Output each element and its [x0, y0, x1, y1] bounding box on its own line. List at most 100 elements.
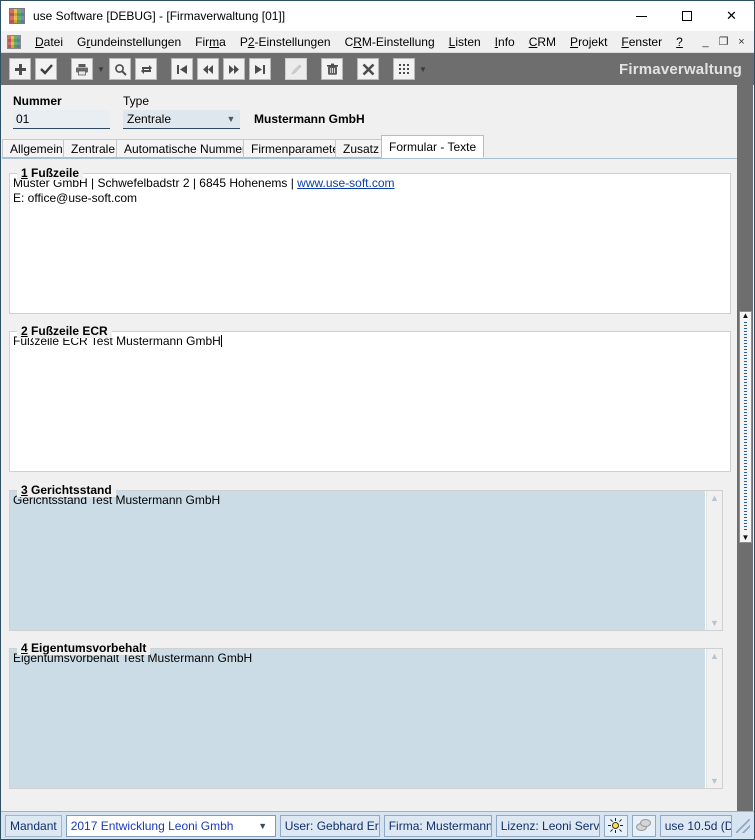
eigentumsvorbehalt-scrollbar[interactable]: ▲ ▼ — [706, 649, 722, 788]
connection-status-button[interactable] — [631, 814, 656, 837]
group-fusszeile: 1 Fußzeile Muster GmbH | Schwefelbadstr … — [9, 166, 731, 314]
grid-view-button[interactable] — [393, 58, 415, 80]
mdi-close-icon: × — [738, 35, 745, 48]
mdi-minimize-icon: _ — [702, 35, 709, 48]
scroll-up-icon[interactable]: ▲ — [710, 649, 719, 663]
search-icon — [114, 63, 127, 76]
refresh-button[interactable] — [135, 58, 157, 80]
next-record-icon — [229, 64, 239, 74]
previous-record-button[interactable] — [197, 58, 219, 80]
close-button[interactable]: ✕ — [709, 1, 754, 31]
mdi-restore-button[interactable]: ❐ — [715, 34, 732, 50]
scroll-down-icon[interactable]: ▼ — [710, 774, 719, 788]
resize-grip[interactable] — [736, 818, 750, 833]
new-record-button[interactable] — [9, 58, 31, 80]
tab-formular-texte[interactable]: Formular - Texte — [381, 135, 485, 158]
menu-item-projekt[interactable]: Projekt — [563, 32, 614, 52]
company-name-label: Mustermann GmbH — [254, 112, 365, 126]
nummer-label: Nummer — [13, 94, 62, 108]
application-window: use Software [DEBUG] - [Firmaverwaltung … — [0, 0, 755, 840]
tab-strip: Allgemein Zentrale Automatische Nummern … — [2, 135, 738, 159]
tab-allgemein[interactable]: Allgemein — [2, 139, 71, 158]
maximize-icon — [681, 11, 692, 21]
group-eigentumsvorbehalt: 4 Eigentumsvorbehalt Eigentumsvorbehalt … — [9, 641, 723, 789]
menu-bar: Datei Grundeinstellungen Firma P2-Einste… — [1, 31, 754, 53]
type-label: Type — [123, 94, 150, 108]
gerichtsstand-textarea[interactable]: Gerichtsstand Test Mustermann GmbH — [10, 491, 705, 630]
fusszeile-line-1: Muster GmbH | Schwefelbadstr 2 | 6845 Ho… — [13, 176, 395, 190]
first-record-icon — [177, 64, 187, 74]
maximize-button[interactable] — [664, 1, 709, 31]
title-bar: use Software [DEBUG] - [Firmaverwaltung … — [1, 1, 754, 31]
chevron-down-icon: ▼ — [226, 114, 236, 124]
pencil-icon — [290, 64, 301, 75]
last-record-button[interactable] — [249, 58, 271, 80]
mandant-combobox-value: 2017 Entwicklung Leoni Gmbh — [70, 818, 234, 833]
menu-item-datei[interactable]: Datei — [28, 32, 70, 52]
mandant-combobox[interactable]: 2017 Entwicklung Leoni Gmbh ▼ — [65, 814, 276, 837]
group-gerichtsstand-title: 3 Gerichtsstand — [17, 483, 116, 497]
splitter-grip — [744, 322, 747, 532]
scroll-down-icon[interactable]: ▼ — [710, 616, 719, 630]
tab-zusatz[interactable]: Zusatz — [335, 139, 388, 158]
eigentumsvorbehalt-textarea[interactable]: Eigentumsvorbehalt Test Mustermann GmbH — [10, 649, 705, 788]
fusszeile-textarea[interactable]: Muster GmbH | Schwefelbadstr 2 | 6845 Ho… — [10, 174, 730, 313]
menu-item-fenster[interactable]: Fenster — [614, 32, 669, 52]
next-record-button[interactable] — [223, 58, 245, 80]
text-caret — [220, 335, 222, 347]
type-combobox-value: Zentrale — [127, 112, 172, 126]
nummer-input[interactable] — [13, 110, 110, 129]
disks-icon — [635, 819, 652, 832]
tab-automatische-nummern[interactable]: Automatische Nummern — [116, 139, 261, 158]
tab-zentrale[interactable]: Zentrale — [63, 139, 124, 158]
group-fusszeile-ecr-title: 2 Fußzeile ECR — [17, 324, 112, 338]
fusszeile-line-2: E: office@use-soft.com — [13, 191, 138, 205]
splitter-up-icon: ▲ — [741, 311, 750, 320]
mdi-child-icon[interactable] — [7, 34, 21, 49]
status-lizenz: Lizenz: Leoni Servic — [495, 814, 600, 837]
scroll-up-icon[interactable]: ▲ — [710, 491, 719, 505]
menu-item-firma[interactable]: Firma — [188, 32, 233, 52]
minimize-icon — [636, 15, 647, 17]
status-firma: Firma: Mustermann — [383, 814, 492, 837]
edit-button — [285, 58, 307, 80]
grid-options-caret[interactable]: ▼ — [417, 58, 429, 80]
checkmark-icon — [39, 63, 53, 75]
fusszeile-ecr-textarea[interactable]: Fußzeile ECR Test Mustermann GmbH — [10, 332, 730, 471]
menu-item-crm[interactable]: CRM — [522, 32, 563, 52]
mdi-close-button[interactable]: × — [733, 34, 750, 50]
app-logo-icon — [9, 8, 25, 24]
group-fusszeile-title: 1 Fußzeile — [17, 166, 84, 180]
toolbar-title: Firmaverwaltung — [618, 60, 742, 78]
delete-button[interactable] — [321, 58, 343, 80]
cancel-button[interactable] — [357, 58, 379, 80]
confirm-record-button[interactable] — [35, 58, 57, 80]
status-mandant-label: Mandant — [5, 814, 62, 837]
print-button[interactable] — [71, 58, 93, 80]
menu-item-crm-einstellung[interactable]: CRM-Einstellung — [338, 32, 442, 52]
group-gerichtsstand: 3 Gerichtsstand Gerichtsstand Test Muste… — [9, 483, 723, 631]
gerichtsstand-scrollbar[interactable]: ▲ ▼ — [706, 491, 722, 630]
splitter-down-icon: ▼ — [741, 533, 750, 542]
debug-mode-button[interactable] — [603, 814, 628, 837]
form-content: Nummer Type Zentrale ▼ Mustermann GmbH A… — [1, 85, 739, 811]
refresh-icon — [140, 64, 152, 74]
menu-item-help[interactable]: ? — [669, 32, 690, 52]
vertical-splitter-handle[interactable]: ▲ ▼ — [739, 311, 752, 543]
window-controls: ✕ — [619, 1, 754, 31]
type-combobox[interactable]: Zentrale ▼ — [123, 110, 240, 129]
status-user: User: Gebhard Erha — [279, 814, 380, 837]
menu-item-listen[interactable]: Listen — [442, 32, 488, 52]
website-link[interactable]: www.use-soft.com — [297, 176, 394, 190]
group-fusszeile-ecr: 2 Fußzeile ECR Fußzeile ECR Test Musterm… — [9, 324, 731, 472]
menu-item-info[interactable]: Info — [488, 32, 522, 52]
menu-item-grundeinstellungen[interactable]: Grundeinstellungen — [70, 32, 188, 52]
search-button[interactable] — [109, 58, 131, 80]
plus-icon — [14, 63, 26, 75]
minimize-button[interactable] — [619, 1, 664, 31]
mdi-minimize-button[interactable]: _ — [697, 34, 714, 50]
menu-item-p2-einstellungen[interactable]: P2-Einstellungen — [233, 32, 338, 52]
first-record-button[interactable] — [171, 58, 193, 80]
grid-icon — [399, 64, 409, 74]
print-options-caret[interactable]: ▼ — [95, 58, 107, 80]
